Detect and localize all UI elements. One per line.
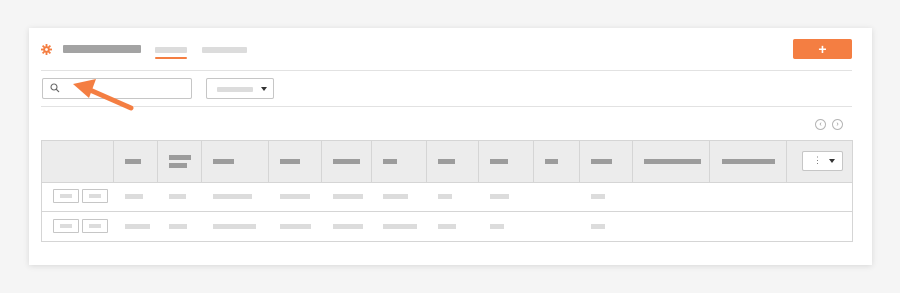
pointer-arrow-icon <box>73 79 134 111</box>
